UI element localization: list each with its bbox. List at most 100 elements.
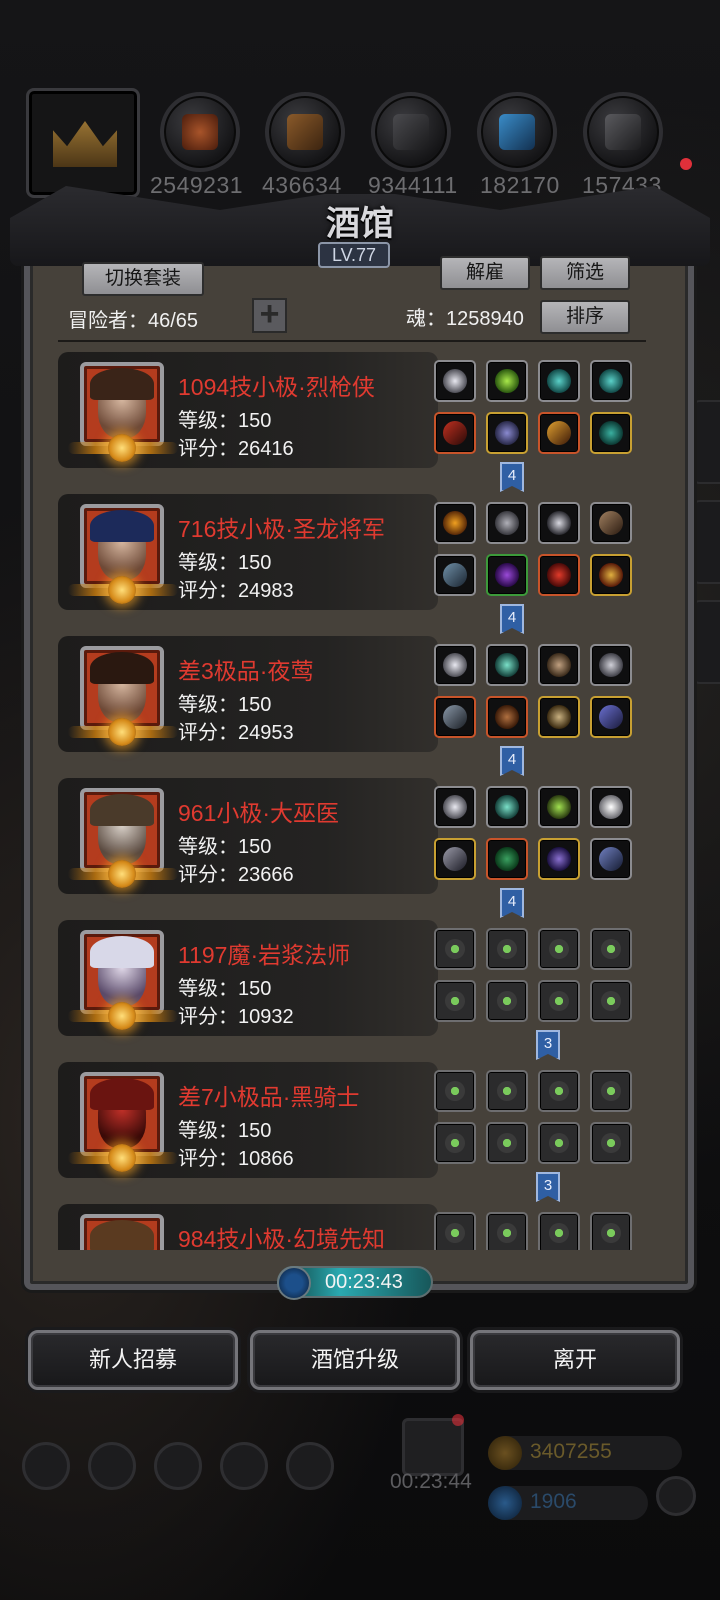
empty-equip-slot[interactable] [434,1212,476,1250]
equip-slot[interactable] [486,786,528,828]
dismiss-button[interactable]: 解雇 [440,256,530,290]
equip-slot[interactable] [590,838,632,880]
equip-slot[interactable] [434,360,476,402]
equipment-grid [434,1212,646,1250]
hero-icon [88,1442,136,1490]
equip-slot[interactable] [434,554,476,596]
wood-icon [265,92,345,172]
tavern-level-badge: LV.77 [318,242,390,268]
soul-count: 魂：1258940 [406,308,524,330]
equip-slot[interactable] [486,696,528,738]
equip-slot[interactable] [590,696,632,738]
set-bonus-tag: 4 [500,746,524,776]
equip-slot[interactable] [486,412,528,454]
gold-coin-icon [488,1436,522,1470]
empty-equip-slot[interactable] [434,1122,476,1164]
settings-icon [22,1442,70,1490]
empty-equip-slot[interactable] [590,1212,632,1250]
empty-equip-slot[interactable] [434,928,476,970]
steel-icon [583,92,663,172]
empty-equip-slot[interactable] [486,1122,528,1164]
equip-slot[interactable] [538,554,580,596]
equip-slot[interactable] [590,412,632,454]
filter-button[interactable]: 筛选 [540,256,630,290]
equip-slot[interactable] [434,412,476,454]
hero-level: 等级：150 [178,410,272,432]
empty-equip-slot[interactable] [538,980,580,1022]
add-currency-icon [656,1476,696,1516]
equip-slot[interactable] [590,644,632,686]
equip-slot[interactable] [590,502,632,544]
equip-slot[interactable] [486,644,528,686]
divider [58,340,646,342]
hero-score: 评分：23666 [178,864,294,886]
equip-slot[interactable] [538,502,580,544]
empty-equip-slot[interactable] [590,1070,632,1112]
empty-equip-slot[interactable] [538,928,580,970]
hero-card[interactable]: 984技小极·幻境先知 [58,1204,438,1250]
sort-button[interactable]: 排序 [540,300,630,334]
equip-slot[interactable] [434,838,476,880]
empty-equip-slot[interactable] [590,980,632,1022]
recruit-button[interactable]: 新人招募 [28,1330,238,1390]
switch-outfit-button[interactable]: 切换套装 [82,262,204,296]
hero-card[interactable]: 差7小极品·黑骑士 等级：150 评分：10866 [58,1062,438,1178]
empty-equip-slot[interactable] [590,1122,632,1164]
hero-card[interactable]: 716技小极·圣龙将军 等级：150 评分：24983 [58,494,438,610]
equip-slot[interactable] [486,554,528,596]
gem-amount: 1906 [530,1490,577,1513]
leave-button[interactable]: 离开 [470,1330,680,1390]
equip-slot[interactable] [486,360,528,402]
empty-equip-slot[interactable] [486,1070,528,1112]
panel-title: 酒馆 [326,204,394,244]
hero-score: 评分：10866 [178,1148,294,1170]
equip-slot[interactable] [590,554,632,596]
crystal-icon [477,92,557,172]
equip-slot[interactable] [590,360,632,402]
meat-value: 2549231 [150,172,244,198]
empty-equip-slot[interactable] [538,1070,580,1112]
hero-level: 等级：150 [178,694,272,716]
equip-slot[interactable] [538,786,580,828]
side-tab [690,500,720,584]
hero-list[interactable]: 1094技小极·烈枪侠 等级：150 评分：26416 4 716技小极·圣龙将… [58,352,648,1250]
crown-icon[interactable] [26,88,140,198]
equip-slot[interactable] [538,412,580,454]
equip-slot[interactable] [486,502,528,544]
empty-equip-slot[interactable] [538,1122,580,1164]
hero-card[interactable]: 1094技小极·烈枪侠 等级：150 评分：26416 [58,352,438,468]
hero-card[interactable]: 961小极·大巫医 等级：150 评分：23666 [58,778,438,894]
empty-equip-slot[interactable] [434,1070,476,1112]
empty-equip-slot[interactable] [538,1212,580,1250]
empty-equip-slot[interactable] [434,980,476,1022]
clock-icon [277,1266,311,1300]
iron-icon [371,92,451,172]
hero-level: 等级：150 [178,1120,272,1142]
equipment-grid [434,786,646,890]
empty-equip-slot[interactable] [486,928,528,970]
hero-card[interactable]: 差3极品·夜莺 等级：150 评分：24953 [58,636,438,752]
equip-slot[interactable] [434,786,476,828]
equipment-grid [434,360,646,464]
equip-slot[interactable] [434,502,476,544]
equip-slot[interactable] [590,786,632,828]
add-slot-button[interactable]: + [252,297,287,333]
equip-slot[interactable] [434,696,476,738]
hero-card[interactable]: 1197魔·岩浆法师 等级：150 评分：10932 [58,920,438,1036]
equip-slot[interactable] [538,838,580,880]
mail-icon [220,1442,268,1490]
equip-slot[interactable] [538,644,580,686]
equip-slot[interactable] [538,360,580,402]
equipment-grid [434,928,646,1032]
gift-box-icon [402,1418,464,1476]
rank-emblem-icon [108,434,136,462]
equip-slot[interactable] [434,644,476,686]
empty-equip-slot[interactable] [486,1212,528,1250]
tavern-upgrade-button[interactable]: 酒馆升级 [250,1330,460,1390]
set-bonus-tag: 4 [500,888,524,918]
equip-slot[interactable] [538,696,580,738]
empty-equip-slot[interactable] [486,980,528,1022]
equip-slot[interactable] [486,838,528,880]
hero-score: 评分：10932 [178,1006,294,1028]
empty-equip-slot[interactable] [590,928,632,970]
